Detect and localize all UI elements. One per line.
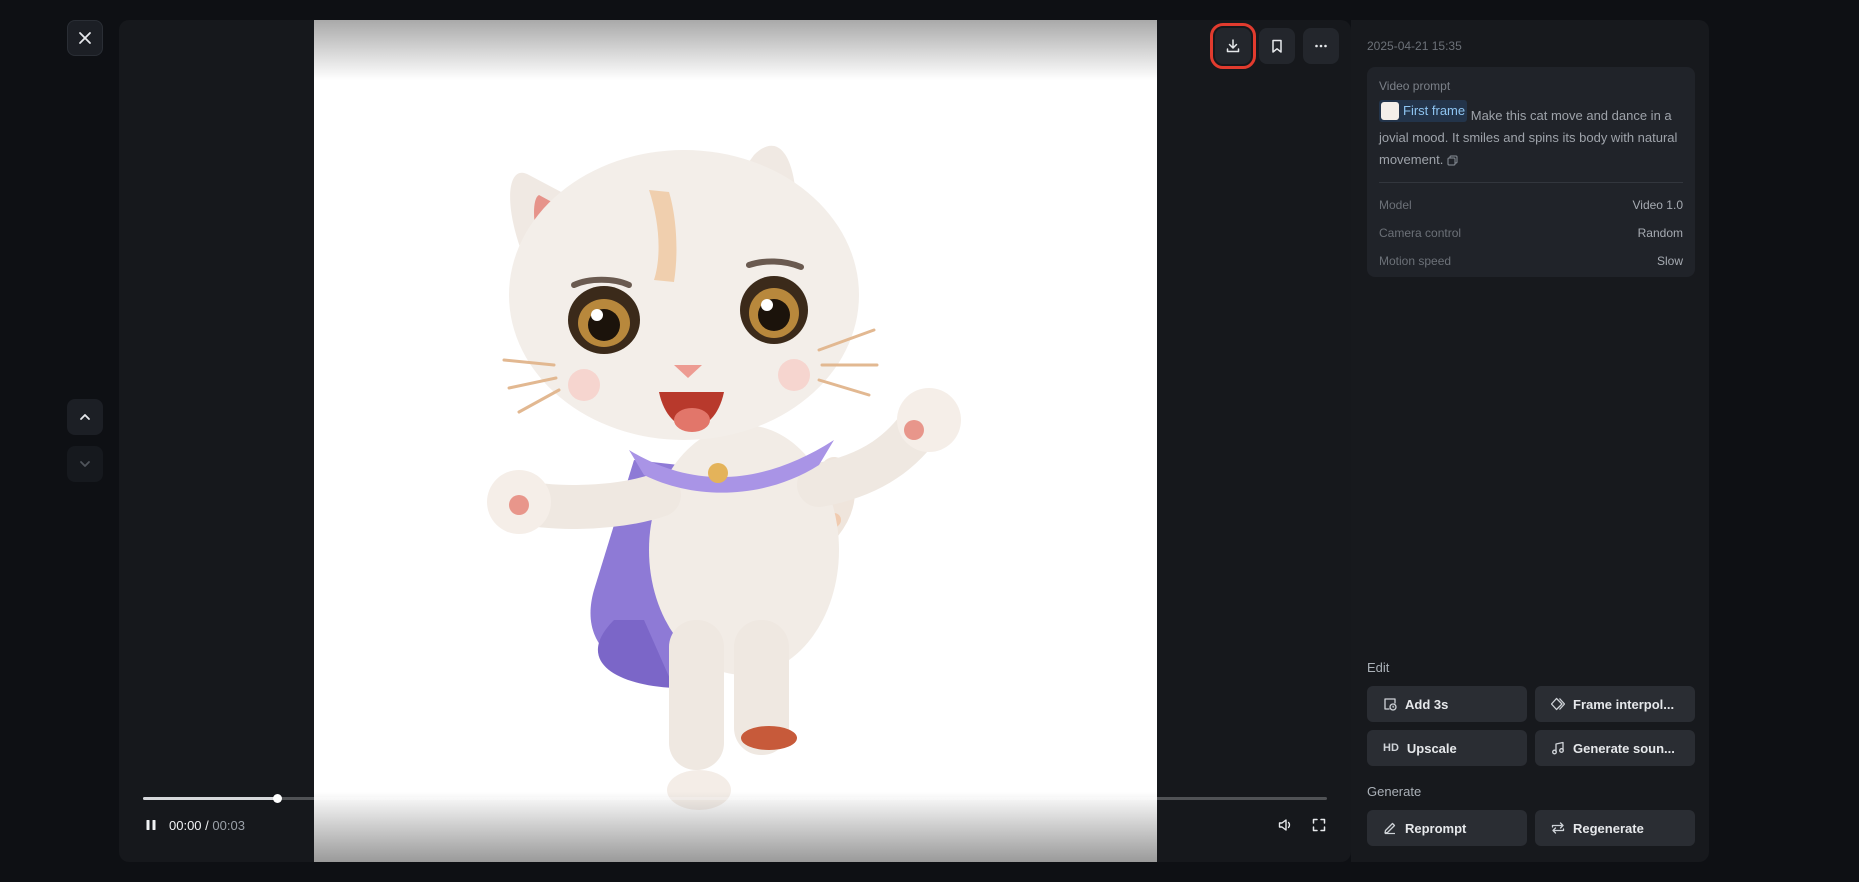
detail-key: Motion speed xyxy=(1379,254,1452,268)
pause-button[interactable] xyxy=(143,817,159,833)
prompt-card: Video prompt First frame Make this cat m… xyxy=(1367,67,1695,277)
close-icon xyxy=(79,32,91,44)
next-item-button[interactable] xyxy=(67,446,103,482)
previous-item-button[interactable] xyxy=(67,399,103,435)
repeat-icon xyxy=(1551,822,1565,834)
pencil-icon xyxy=(1384,822,1396,835)
hd-icon: HD xyxy=(1383,742,1399,754)
progress-fill xyxy=(143,797,277,800)
copy-icon xyxy=(1447,155,1458,166)
progress-bar[interactable] xyxy=(143,794,1327,803)
total-time: 00:03 xyxy=(212,817,245,833)
music-note-icon xyxy=(1552,741,1564,755)
clock-plus-icon xyxy=(1384,698,1397,711)
detail-key: Model xyxy=(1379,198,1412,212)
chevron-up-icon xyxy=(80,414,90,420)
bottom-gradient xyxy=(314,792,1157,862)
generate-sound-label: Generate soun... xyxy=(1573,740,1675,756)
prompt-body: First frame Make this cat move and dance… xyxy=(1379,100,1683,171)
edit-section-title: Edit xyxy=(1367,660,1390,675)
close-button[interactable] xyxy=(67,20,103,56)
download-button[interactable] xyxy=(1210,23,1256,69)
more-icon xyxy=(1315,44,1327,48)
bookmark-button[interactable] xyxy=(1259,28,1295,64)
prompt-label: Video prompt xyxy=(1379,79,1451,93)
playback-controls: 00:00 / 00:03 xyxy=(143,817,245,833)
time-display: 00:00 / 00:03 xyxy=(169,818,245,833)
regenerate-label: Regenerate xyxy=(1573,820,1644,836)
time-separator: / xyxy=(205,817,209,833)
details-panel: 2025-04-21 15:35 Video prompt First fram… xyxy=(1351,20,1709,862)
volume-icon xyxy=(1278,819,1291,831)
frame-interpolation-button[interactable]: Frame interpol... xyxy=(1535,686,1695,722)
first-frame-thumbnail xyxy=(1381,102,1399,120)
frame-interpolation-label: Frame interpol... xyxy=(1573,696,1675,712)
video-player: 00:00 / 00:03 xyxy=(119,20,1351,862)
regenerate-button[interactable]: Regenerate xyxy=(1535,810,1695,846)
add-3s-label: Add 3s xyxy=(1405,696,1449,712)
detail-row-motion-speed: Motion speed Slow xyxy=(1379,247,1683,275)
media-actions xyxy=(1210,23,1339,69)
first-frame-chip[interactable]: First frame xyxy=(1379,100,1468,122)
download-icon xyxy=(1226,39,1240,53)
fullscreen-icon xyxy=(1312,818,1326,832)
fullscreen-button[interactable] xyxy=(1311,817,1327,833)
chevron-down-icon xyxy=(80,461,90,467)
cat-character-image xyxy=(487,145,961,810)
reprompt-button[interactable]: Reprompt xyxy=(1367,810,1527,846)
volume-button[interactable] xyxy=(1277,817,1293,833)
pause-icon xyxy=(146,820,156,830)
detail-value: Random xyxy=(1637,226,1683,240)
first-frame-label: First frame xyxy=(1403,103,1466,118)
add-3s-button[interactable]: Add 3s xyxy=(1367,686,1527,722)
detail-key: Camera control xyxy=(1379,226,1462,240)
reprompt-label: Reprompt xyxy=(1405,820,1467,836)
upscale-button[interactable]: HD Upscale xyxy=(1367,730,1527,766)
copy-prompt-button[interactable] xyxy=(1447,155,1458,166)
detail-row-camera-control: Camera control Random xyxy=(1379,219,1683,247)
divider xyxy=(1379,182,1683,183)
detail-row-model: Model Video 1.0 xyxy=(1379,191,1683,219)
generate-section-title: Generate xyxy=(1367,784,1422,799)
bookmark-icon xyxy=(1272,39,1282,53)
player-right-controls xyxy=(1277,817,1327,833)
creation-timestamp: 2025-04-21 15:35 xyxy=(1367,39,1462,53)
more-options-button[interactable] xyxy=(1303,28,1339,64)
current-time: 00:00 xyxy=(169,817,202,833)
upscale-label: Upscale xyxy=(1406,740,1457,756)
detail-value: Slow xyxy=(1656,254,1683,268)
diamond-icon xyxy=(1551,697,1565,711)
top-gradient xyxy=(314,20,1157,80)
detail-value: Video 1.0 xyxy=(1632,198,1684,212)
generate-sound-button[interactable]: Generate soun... xyxy=(1535,730,1695,766)
video-frame[interactable] xyxy=(314,20,1157,862)
progress-handle[interactable] xyxy=(272,794,282,803)
